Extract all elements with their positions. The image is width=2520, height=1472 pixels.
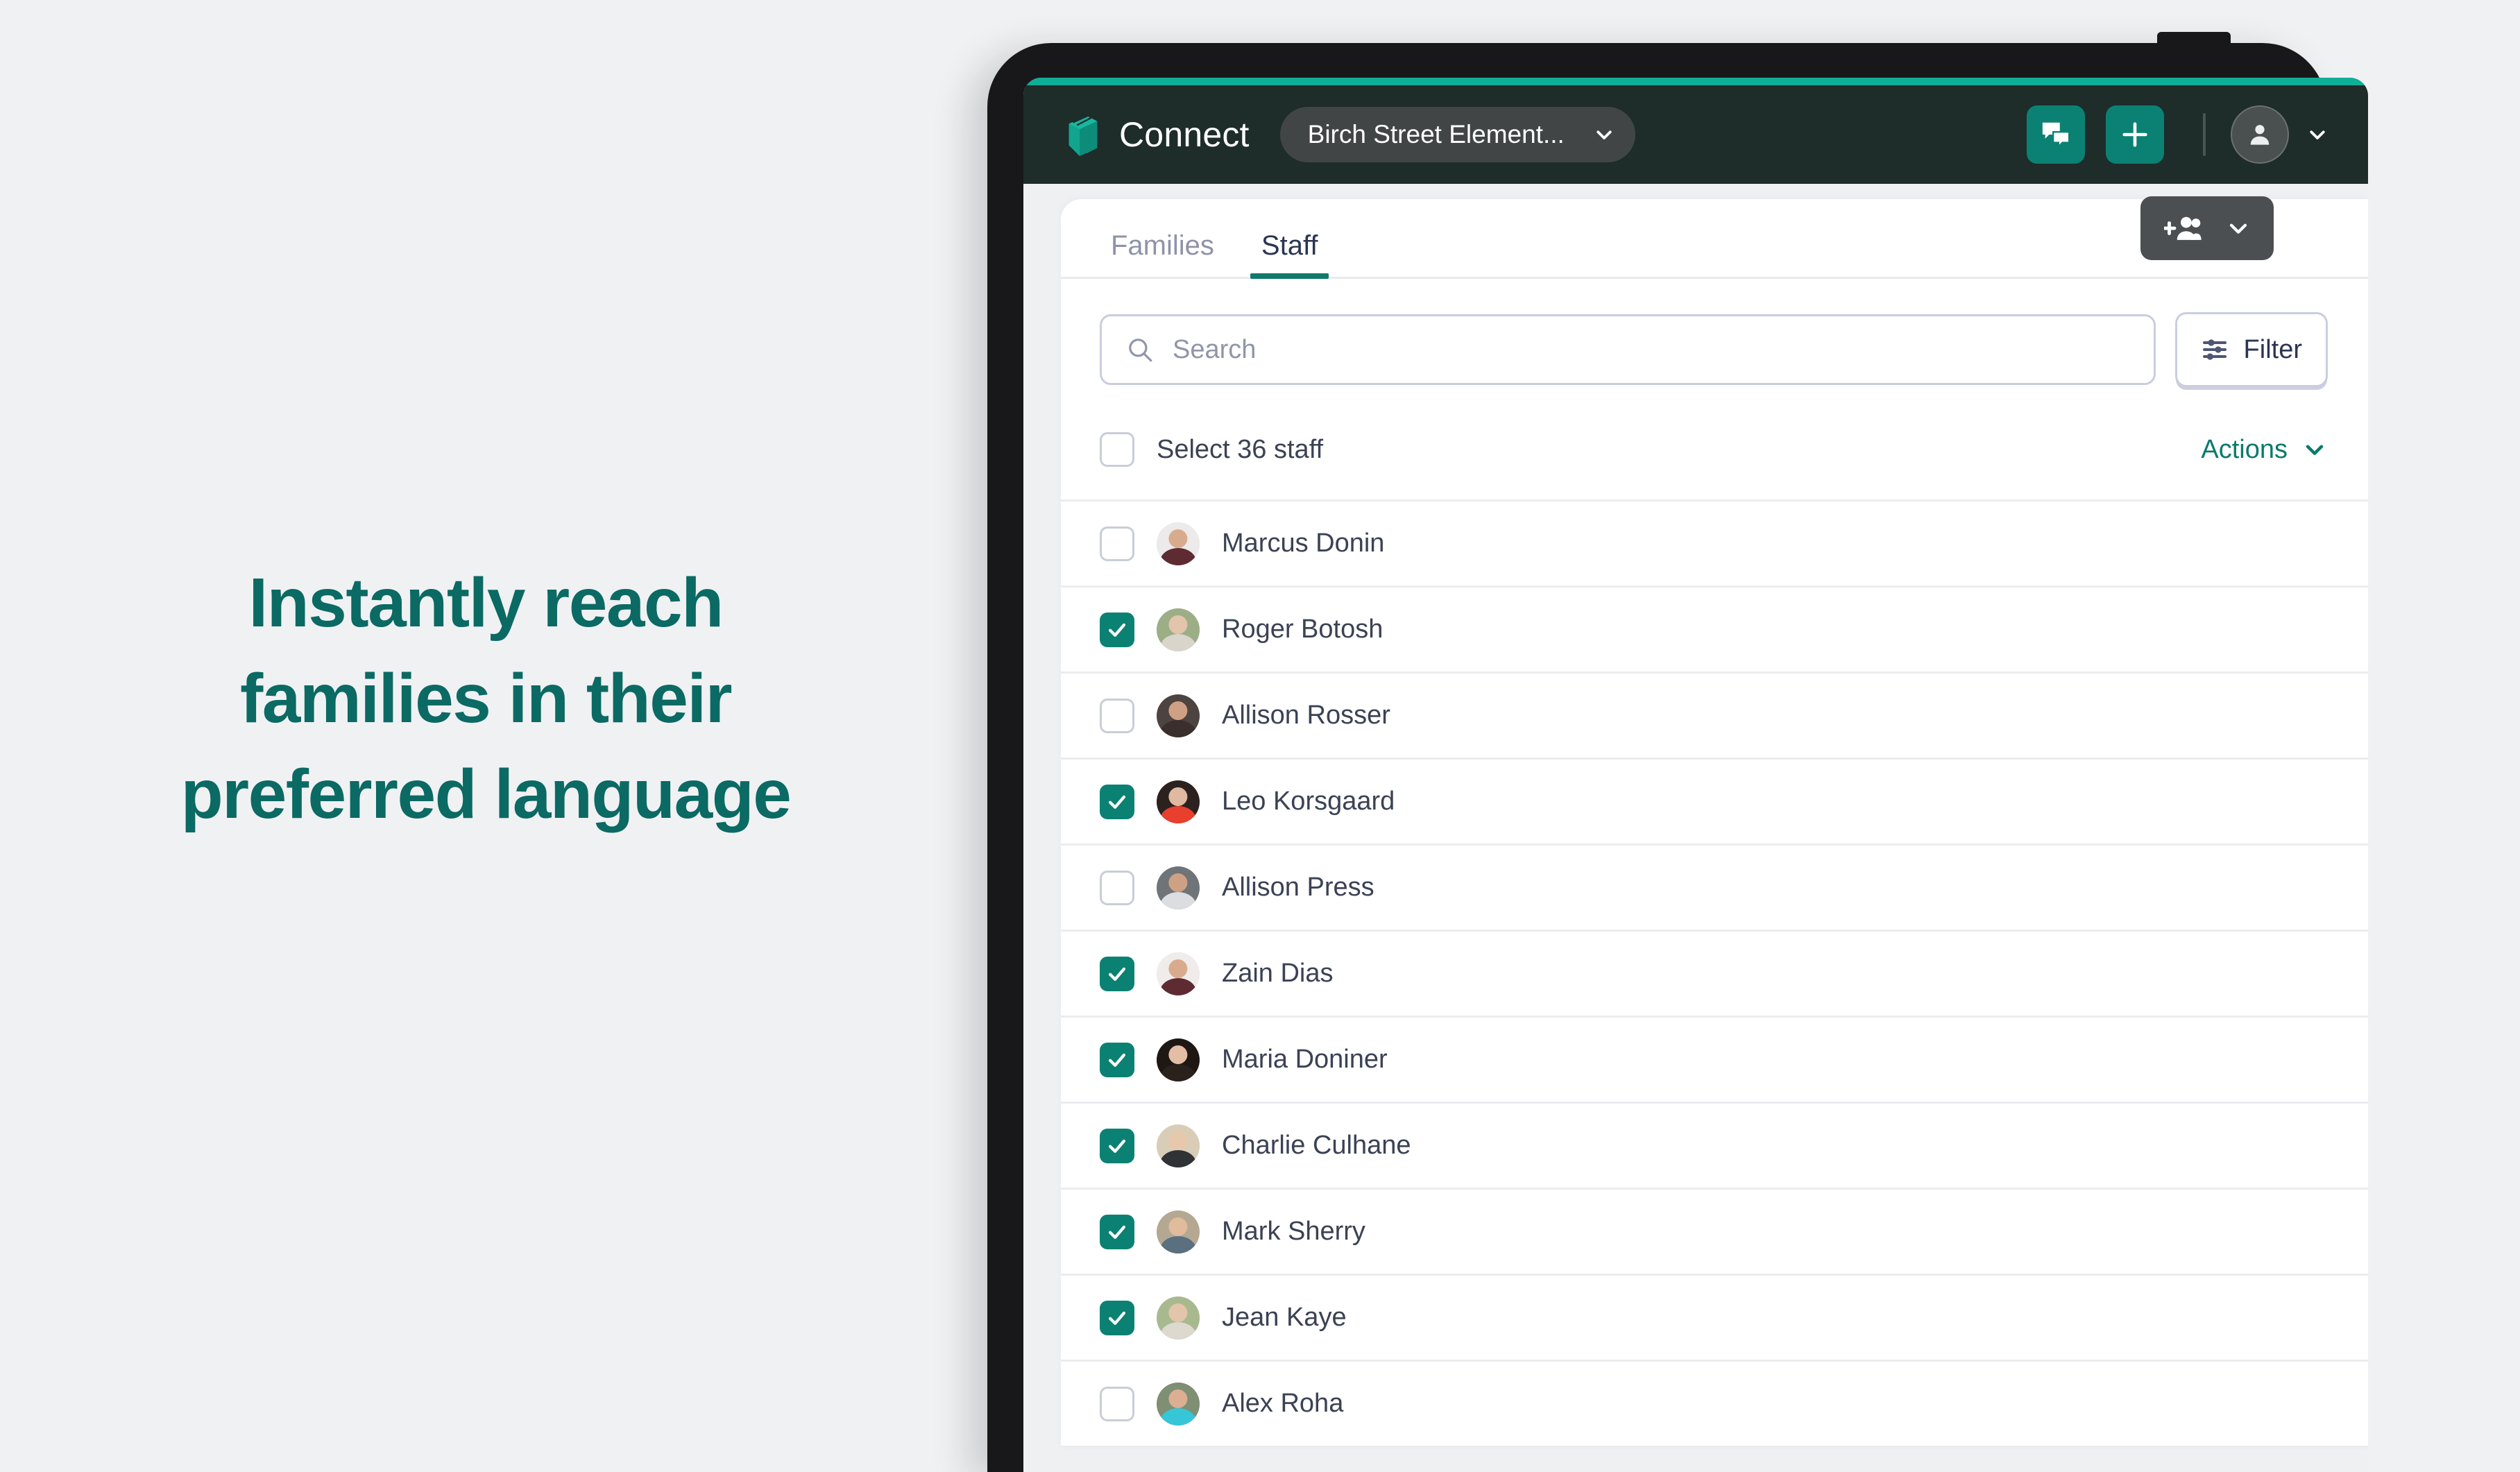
promo-line-1: Instantly reach xyxy=(248,564,724,642)
check-icon xyxy=(1108,1311,1126,1325)
staff-checkbox[interactable] xyxy=(1100,526,1134,561)
avatar xyxy=(1157,952,1200,995)
avatar xyxy=(1157,1038,1200,1081)
promo-line-3: preferred language xyxy=(180,755,792,833)
screenshot-stage: Instantly reach families in their prefer… xyxy=(0,0,2520,1472)
staff-checkbox[interactable] xyxy=(1100,612,1134,647)
staff-row[interactable]: Roger Botosh xyxy=(1061,588,2368,674)
staff-name: Allison Rosser xyxy=(1222,701,1390,730)
check-icon xyxy=(1108,623,1126,637)
staff-row[interactable]: Leo Korsgaard xyxy=(1061,760,2368,846)
staff-name: Zain Dias xyxy=(1222,959,1334,988)
staff-row[interactable]: Maria Doniner xyxy=(1061,1018,2368,1104)
book-icon xyxy=(1069,114,1098,156)
search-row: Search Filter xyxy=(1061,279,2368,387)
filter-button[interactable]: Filter xyxy=(2174,312,2328,387)
staff-checkbox[interactable] xyxy=(1100,1128,1134,1163)
avatar xyxy=(1157,1210,1200,1253)
add-button[interactable] xyxy=(2106,105,2164,164)
avatar xyxy=(1157,608,1200,651)
staff-name: Alex Roha xyxy=(1222,1389,1344,1418)
staff-name: Leo Korsgaard xyxy=(1222,787,1395,816)
messages-button[interactable] xyxy=(2027,105,2085,164)
tablet-device-frame: Connect Birch Street Element... Families… xyxy=(987,32,2368,1472)
tab-bar: Families Staff xyxy=(1061,196,2368,279)
school-selector[interactable]: Birch Street Element... xyxy=(1279,107,1635,162)
account-avatar[interactable] xyxy=(2231,105,2289,164)
actions-menu-label: Actions xyxy=(2201,434,2288,464)
staff-name: Jean Kaye xyxy=(1222,1303,1347,1332)
app-header: Connect Birch Street Element... xyxy=(1023,85,2368,184)
tab-staff[interactable]: Staff xyxy=(1250,230,1329,279)
sliders-icon xyxy=(2202,339,2227,360)
staff-checkbox[interactable] xyxy=(1100,1300,1134,1335)
staff-row[interactable]: Allison Rosser xyxy=(1061,674,2368,760)
check-icon xyxy=(1108,967,1126,981)
avatar xyxy=(1157,1124,1200,1167)
person-icon xyxy=(2250,125,2270,145)
select-all-label: Select 36 staff xyxy=(1157,434,1324,464)
chat-bubbles-icon xyxy=(2042,122,2070,149)
search-icon xyxy=(1129,339,1152,362)
staff-list: Marcus Donin Roger Botosh Allison Rosser Le… xyxy=(1061,502,2368,1448)
avatar xyxy=(1157,1382,1200,1426)
staff-checkbox[interactable] xyxy=(1100,870,1134,905)
avatar xyxy=(1157,866,1200,909)
search-input[interactable]: Search xyxy=(1100,314,2156,385)
brand-name: Connect xyxy=(1119,115,1250,154)
check-icon xyxy=(1108,1139,1126,1153)
filter-button-label: Filter xyxy=(2243,334,2302,364)
avatar xyxy=(1157,1296,1200,1340)
tablet-screen: Connect Birch Street Element... Families… xyxy=(1023,78,2368,1472)
staff-checkbox[interactable] xyxy=(1100,1386,1134,1421)
content-card: Families Staff Search Filter Select 36 s… xyxy=(1061,196,2368,1448)
staff-row[interactable]: Zain Dias xyxy=(1061,932,2368,1018)
account-chevron-down-icon[interactable] xyxy=(2307,124,2328,145)
staff-row[interactable]: Charlie Culhane xyxy=(1061,1104,2368,1190)
promo-headline: Instantly reach families in their prefer… xyxy=(0,555,971,842)
select-all-row: Select 36 staff Actions xyxy=(1061,400,2368,502)
power-button[interactable] xyxy=(2157,32,2231,46)
staff-checkbox[interactable] xyxy=(1100,956,1134,991)
staff-checkbox[interactable] xyxy=(1100,698,1134,733)
check-icon xyxy=(1108,1053,1126,1067)
plus-icon xyxy=(2122,122,2147,147)
staff-checkbox[interactable] xyxy=(1100,1214,1134,1249)
accent-bar xyxy=(1023,78,2368,85)
staff-name: Charlie Culhane xyxy=(1222,1131,1411,1160)
staff-row[interactable]: Marcus Donin xyxy=(1061,502,2368,588)
add-people-icon xyxy=(2164,216,2202,240)
staff-checkbox[interactable] xyxy=(1100,1042,1134,1077)
chevron-down-icon xyxy=(1597,130,1612,139)
staff-row[interactable]: Jean Kaye xyxy=(1061,1276,2368,1362)
staff-row[interactable]: Alex Roha xyxy=(1061,1362,2368,1448)
avatar xyxy=(1157,694,1200,737)
staff-name: Marcus Donin xyxy=(1222,529,1385,558)
staff-name: Allison Press xyxy=(1222,873,1374,902)
actions-menu[interactable]: Actions xyxy=(2201,435,2326,465)
staff-name: Roger Botosh xyxy=(1222,615,1384,644)
staff-name: Mark Sherry xyxy=(1222,1217,1365,1246)
actions-chevron-down-icon xyxy=(2306,445,2324,455)
tab-families[interactable]: Families xyxy=(1100,230,1225,277)
brand: Connect xyxy=(1059,113,1250,156)
search-placeholder: Search xyxy=(1173,334,1257,364)
avatar xyxy=(1157,522,1200,565)
avatar xyxy=(1157,780,1200,823)
header-divider xyxy=(2203,113,2206,156)
select-all-checkbox[interactable] xyxy=(1100,432,1134,467)
check-icon xyxy=(1108,795,1126,809)
staff-row[interactable]: Mark Sherry xyxy=(1061,1190,2368,1276)
school-selector-label: Birch Street Element... xyxy=(1307,120,1565,148)
promo-line-2: families in their xyxy=(239,660,733,737)
check-icon xyxy=(1108,1225,1126,1239)
add-staff-chevron-down-icon xyxy=(2229,223,2247,234)
staff-checkbox[interactable] xyxy=(1100,784,1134,819)
add-staff-button[interactable] xyxy=(2140,196,2274,260)
staff-row[interactable]: Allison Press xyxy=(1061,846,2368,932)
staff-name: Maria Doniner xyxy=(1222,1045,1388,1074)
